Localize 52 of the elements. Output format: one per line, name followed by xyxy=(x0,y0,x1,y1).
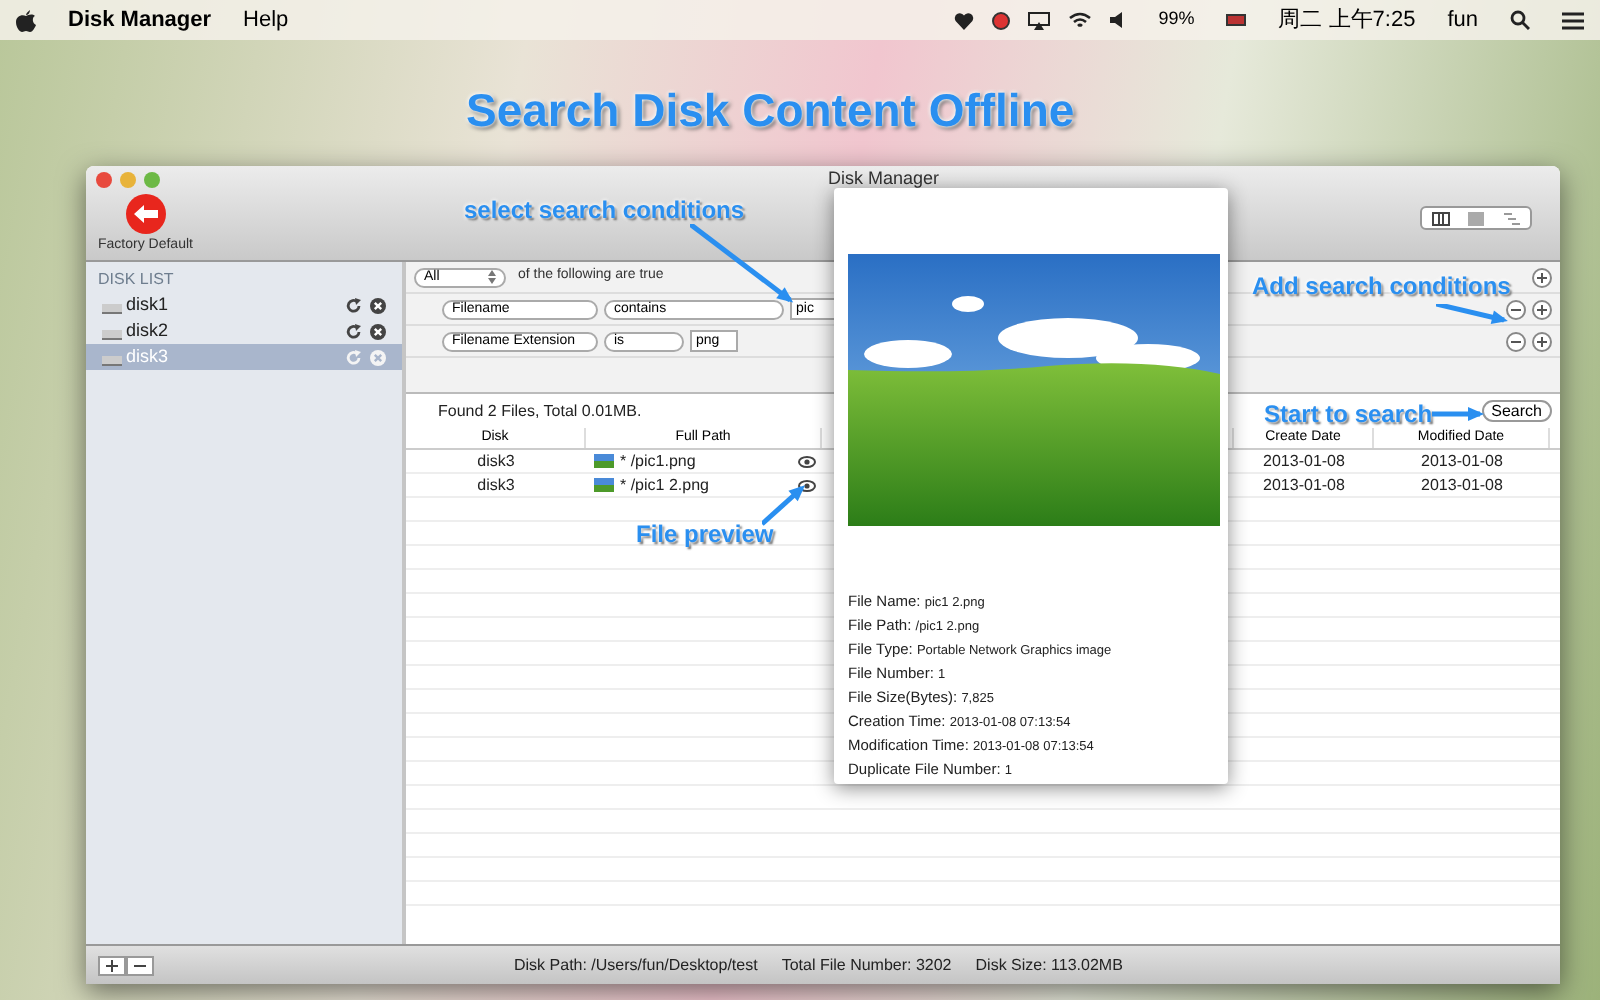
eye-icon[interactable] xyxy=(798,479,816,491)
plus-icon xyxy=(106,959,118,971)
table-cell-text: 2013-01-08 xyxy=(1419,474,1505,496)
table-cell-text: disk3 xyxy=(475,474,517,496)
close-icon[interactable] xyxy=(96,172,112,188)
callout-label: Add search conditions xyxy=(1252,270,1511,304)
airplay-icon[interactable] xyxy=(1028,11,1051,29)
status-text: Disk Path: /Users/fun/Desktop/test xyxy=(514,953,758,977)
add-icon[interactable] xyxy=(1532,299,1552,319)
window-title: Disk Manager xyxy=(828,166,940,193)
search-icon[interactable] xyxy=(1510,10,1530,30)
user-menu[interactable]: fun xyxy=(1447,3,1478,37)
list-icon[interactable] xyxy=(1562,11,1584,29)
results-summary: Found 2 Files, Total 0.01MB. xyxy=(438,399,642,423)
stepper-arrows-icon[interactable] xyxy=(488,270,496,284)
view-switcher[interactable] xyxy=(1420,206,1532,230)
add-icon[interactable] xyxy=(1532,331,1552,351)
callout-label: File preview xyxy=(636,518,774,552)
disk-item[interactable]: disk1 xyxy=(86,292,402,318)
app-menu[interactable]: Disk Manager xyxy=(68,3,212,37)
apple-logo-icon[interactable] xyxy=(16,9,36,31)
table-cell-text: 2013-01-08 xyxy=(1261,450,1347,472)
menu-clock[interactable]: 周二 上午7:25 xyxy=(1278,3,1416,37)
remove-icon[interactable] xyxy=(1506,299,1526,319)
remove-disk-button[interactable] xyxy=(126,955,154,975)
eye-icon[interactable] xyxy=(798,455,816,467)
heart-icon[interactable] xyxy=(954,11,975,29)
table-cell-text: 2013-01-08 xyxy=(1261,474,1347,496)
sidebar-header: DISK LIST xyxy=(96,267,176,291)
columns-icon[interactable] xyxy=(1431,211,1450,225)
headline: Search Disk Content Offline xyxy=(466,82,1075,140)
table-cell-text: disk3 xyxy=(475,450,517,472)
minus-icon xyxy=(134,959,146,971)
disk-item[interactable]: disk2 xyxy=(86,318,402,344)
wifi-icon[interactable] xyxy=(1068,11,1093,29)
remove-icon[interactable] xyxy=(1506,331,1526,351)
hierarchy-icon[interactable] xyxy=(1504,211,1521,225)
menu-item[interactable]: Help xyxy=(243,3,289,37)
add-icon[interactable] xyxy=(1532,267,1552,287)
callout-label: select search conditions xyxy=(464,194,745,228)
battery-level: 99% xyxy=(1158,6,1195,33)
flag-icon[interactable] xyxy=(1226,14,1247,26)
add-disk-button[interactable] xyxy=(98,955,126,975)
table-cell-text: 2013-01-08 xyxy=(1419,450,1505,472)
status-text: Disk Size: 113.02MB xyxy=(975,953,1123,977)
record-icon[interactable] xyxy=(992,11,1011,29)
callout-label: Start to search xyxy=(1264,398,1433,429)
speaker-icon[interactable] xyxy=(1110,12,1127,28)
status-text: Total File Number: 3202 xyxy=(781,953,952,977)
file-path: * /pic1 2.png xyxy=(620,473,709,497)
file-path: * /pic1.png xyxy=(620,449,696,473)
search-button[interactable]: Search xyxy=(1481,400,1552,422)
